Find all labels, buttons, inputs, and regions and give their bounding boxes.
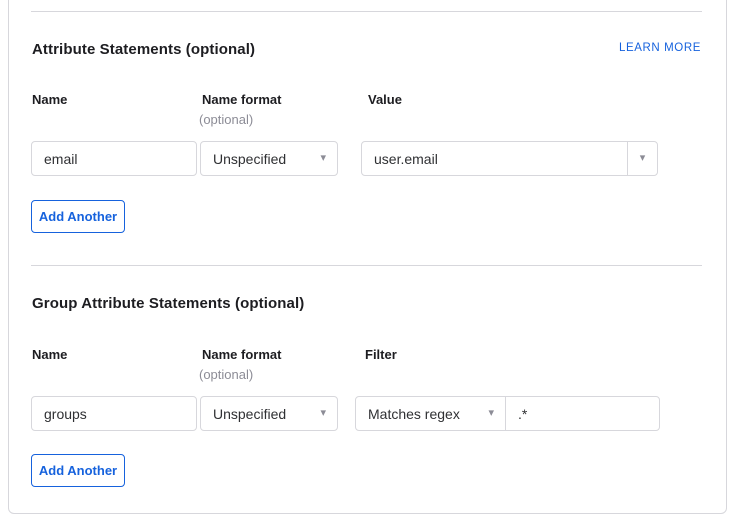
- column-header-name: Name: [32, 347, 67, 362]
- name-format-optional-note: (optional): [199, 367, 253, 382]
- add-another-group-attribute-button[interactable]: Add Another: [31, 454, 125, 487]
- filter-type-value: Matches regex: [356, 406, 482, 422]
- settings-card: [8, 0, 727, 514]
- group-filter-combobox: Matches regex ▾: [355, 396, 660, 431]
- filter-type-select[interactable]: Matches regex ▾: [356, 397, 506, 430]
- attr-value-dropdown-button[interactable]: ▾: [627, 142, 657, 175]
- dropdown-arrow-icon: ▾: [482, 408, 505, 419]
- group-attribute-statements-title: Group Attribute Statements (optional): [32, 295, 304, 312]
- dropdown-arrow-icon: ▾: [314, 408, 337, 419]
- filter-value-input[interactable]: [506, 397, 659, 430]
- attr-value-combobox: ▾: [361, 141, 658, 176]
- attr-name-input[interactable]: [31, 141, 197, 176]
- group-name-input[interactable]: [31, 396, 197, 431]
- saml-settings-page: Attribute Statements (optional) LEARN MO…: [0, 0, 737, 530]
- column-header-value: Value: [368, 92, 402, 107]
- learn-more-link[interactable]: LEARN MORE: [619, 42, 701, 54]
- attribute-statements-title: Attribute Statements (optional): [32, 41, 255, 58]
- section-divider-top: [31, 11, 702, 12]
- attr-name-format-value: Unspecified: [201, 151, 314, 167]
- dropdown-arrow-icon: ▾: [640, 153, 646, 164]
- column-header-name: Name: [32, 92, 67, 107]
- attr-name-format-select[interactable]: Unspecified ▾: [200, 141, 338, 176]
- section-divider-middle: [31, 265, 702, 266]
- column-header-filter: Filter: [365, 347, 397, 362]
- add-another-attribute-button[interactable]: Add Another: [31, 200, 125, 233]
- column-header-name-format: Name format: [202, 347, 281, 362]
- name-format-optional-note: (optional): [199, 112, 253, 127]
- group-name-format-value: Unspecified: [201, 406, 314, 422]
- column-header-name-format: Name format: [202, 92, 281, 107]
- group-name-format-select[interactable]: Unspecified ▾: [200, 396, 338, 431]
- dropdown-arrow-icon: ▾: [314, 153, 337, 164]
- attr-value-input[interactable]: [362, 142, 627, 175]
